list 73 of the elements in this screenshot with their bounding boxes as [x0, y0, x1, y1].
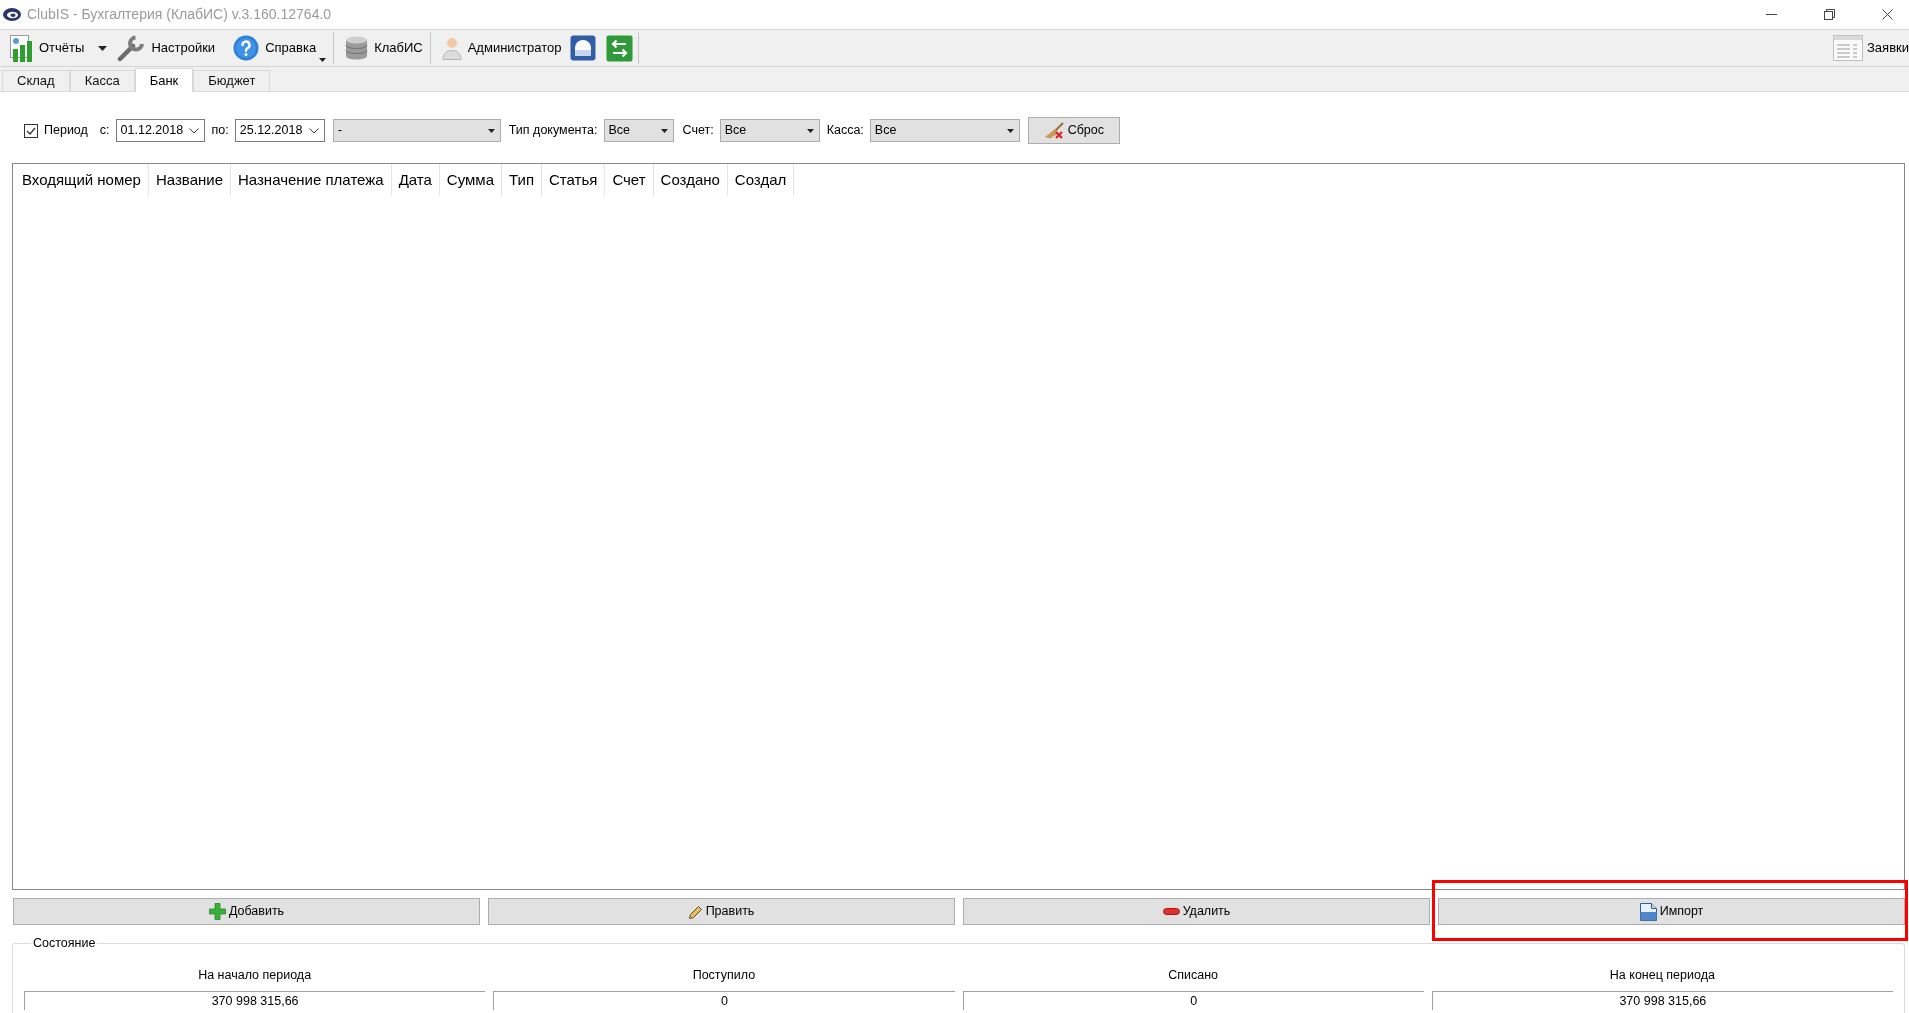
column-header[interactable]: Дата — [391, 164, 440, 196]
import-button[interactable]: Импорт — [1438, 898, 1905, 925]
column-header[interactable]: Создано — [653, 164, 728, 196]
user-icon — [441, 36, 462, 60]
add-button[interactable]: Добавить — [13, 898, 480, 925]
help-icon — [233, 35, 260, 61]
caret-down-icon — [487, 128, 495, 133]
field-label: Счет: — [682, 122, 714, 140]
reset-button[interactable]: Сброс — [1027, 117, 1120, 144]
value-label: На начало периода — [197, 966, 313, 984]
column-header[interactable]: Сумма — [439, 164, 502, 196]
document-icon — [1639, 902, 1657, 921]
database-icon — [345, 36, 369, 60]
lock-icon — [569, 35, 596, 61]
value-label: Списано — [1167, 966, 1220, 984]
delete-button[interactable]: Удалить — [963, 898, 1430, 925]
column-header[interactable]: Название — [148, 164, 231, 196]
clubis-button[interactable]: КлабИС — [341, 31, 427, 65]
field-label: Тип документа: — [508, 122, 598, 140]
edit-button[interactable]: Править — [488, 898, 955, 925]
date-field[interactable]: 01.12.2018 — [115, 119, 205, 142]
settings-button[interactable]: Настройки — [113, 31, 220, 65]
chart-icon — [10, 34, 33, 62]
caret-down-icon — [98, 45, 108, 51]
value-field: 370 998 315,66 — [24, 990, 486, 1010]
chevron-down-icon — [308, 127, 319, 134]
group-title: Состояние — [32, 935, 97, 952]
field-label: по: — [211, 122, 229, 140]
date-field[interactable]: 25.12.2018 — [234, 119, 325, 142]
dropdown[interactable]: Все — [869, 119, 1020, 142]
list-icon — [1833, 35, 1863, 61]
reports-button[interactable]: Отчёты — [6, 31, 112, 65]
column-header[interactable]: Входящий номер — [15, 164, 149, 196]
minus-icon — [1162, 908, 1180, 915]
restore-icon — [1823, 9, 1835, 20]
value-field: 0 — [962, 990, 1424, 1010]
dropdown[interactable]: - — [332, 119, 501, 142]
caret-down-icon — [660, 128, 668, 133]
help-button[interactable]: Справка — [229, 31, 331, 65]
value-label: На конец периода — [1608, 966, 1716, 984]
user-button[interactable]: Администратор — [437, 31, 566, 65]
pencil-icon — [688, 904, 703, 919]
requests-button[interactable]: Заявки — [1829, 31, 1909, 65]
caret-down-icon — [1006, 128, 1014, 133]
tab[interactable]: Банк — [134, 68, 194, 92]
value-label: Поступило — [691, 966, 757, 984]
value-field: 370 998 315,66 — [1431, 990, 1893, 1010]
checkbox-label: Период — [44, 122, 88, 140]
broom-icon — [1043, 122, 1064, 139]
wrench-icon — [117, 34, 146, 62]
field-label: с: — [99, 122, 110, 140]
app-logo-icon — [3, 8, 21, 21]
tab[interactable]: Склад — [2, 70, 70, 91]
column-header[interactable]: Создал — [727, 164, 795, 196]
window-title: ClubIS - Бухгалтерия (КлабИС) v.3.160.12764.0 — [27, 5, 332, 24]
tab[interactable]: Бюджет — [193, 70, 271, 91]
minimize-icon — [1765, 14, 1777, 15]
caret-down-icon — [319, 58, 327, 62]
close-icon — [1881, 9, 1893, 20]
column-header[interactable]: Тип — [502, 164, 542, 196]
swap-arrows-icon — [605, 34, 633, 62]
column-header[interactable]: Статья — [542, 164, 606, 196]
tab[interactable]: Касса — [69, 70, 135, 91]
column-header[interactable]: Счет — [605, 164, 654, 196]
dropdown[interactable]: Все — [719, 119, 820, 142]
caret-down-icon — [806, 128, 814, 133]
plus-icon — [208, 903, 226, 920]
checkbox[interactable] — [24, 123, 38, 138]
column-header[interactable]: Назначение платежа — [231, 164, 392, 196]
dropdown[interactable]: Все — [603, 119, 674, 142]
value-field: 0 — [493, 990, 955, 1010]
field-label: Касса: — [826, 122, 864, 140]
chevron-down-icon — [188, 127, 199, 134]
